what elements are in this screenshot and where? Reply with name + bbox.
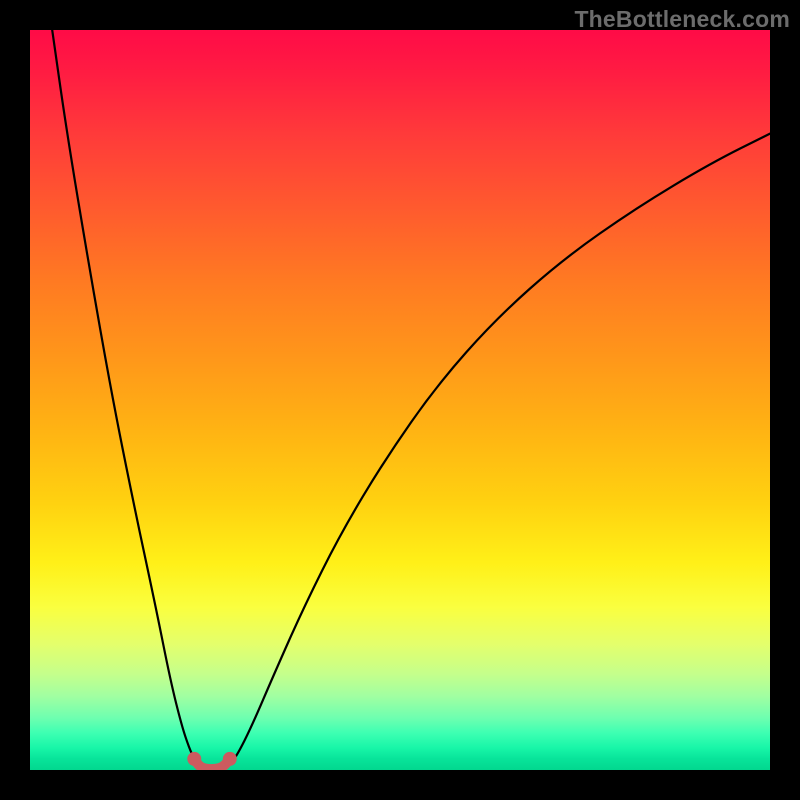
chart-frame: TheBottleneck.com — [0, 0, 800, 800]
series-right-curve — [230, 134, 770, 764]
plot-area — [30, 30, 770, 770]
marker-0 — [187, 752, 201, 766]
series-left-curve — [52, 30, 199, 764]
watermark-text: TheBottleneck.com — [574, 6, 790, 33]
curve-layer — [30, 30, 770, 770]
marker-1 — [223, 752, 237, 766]
